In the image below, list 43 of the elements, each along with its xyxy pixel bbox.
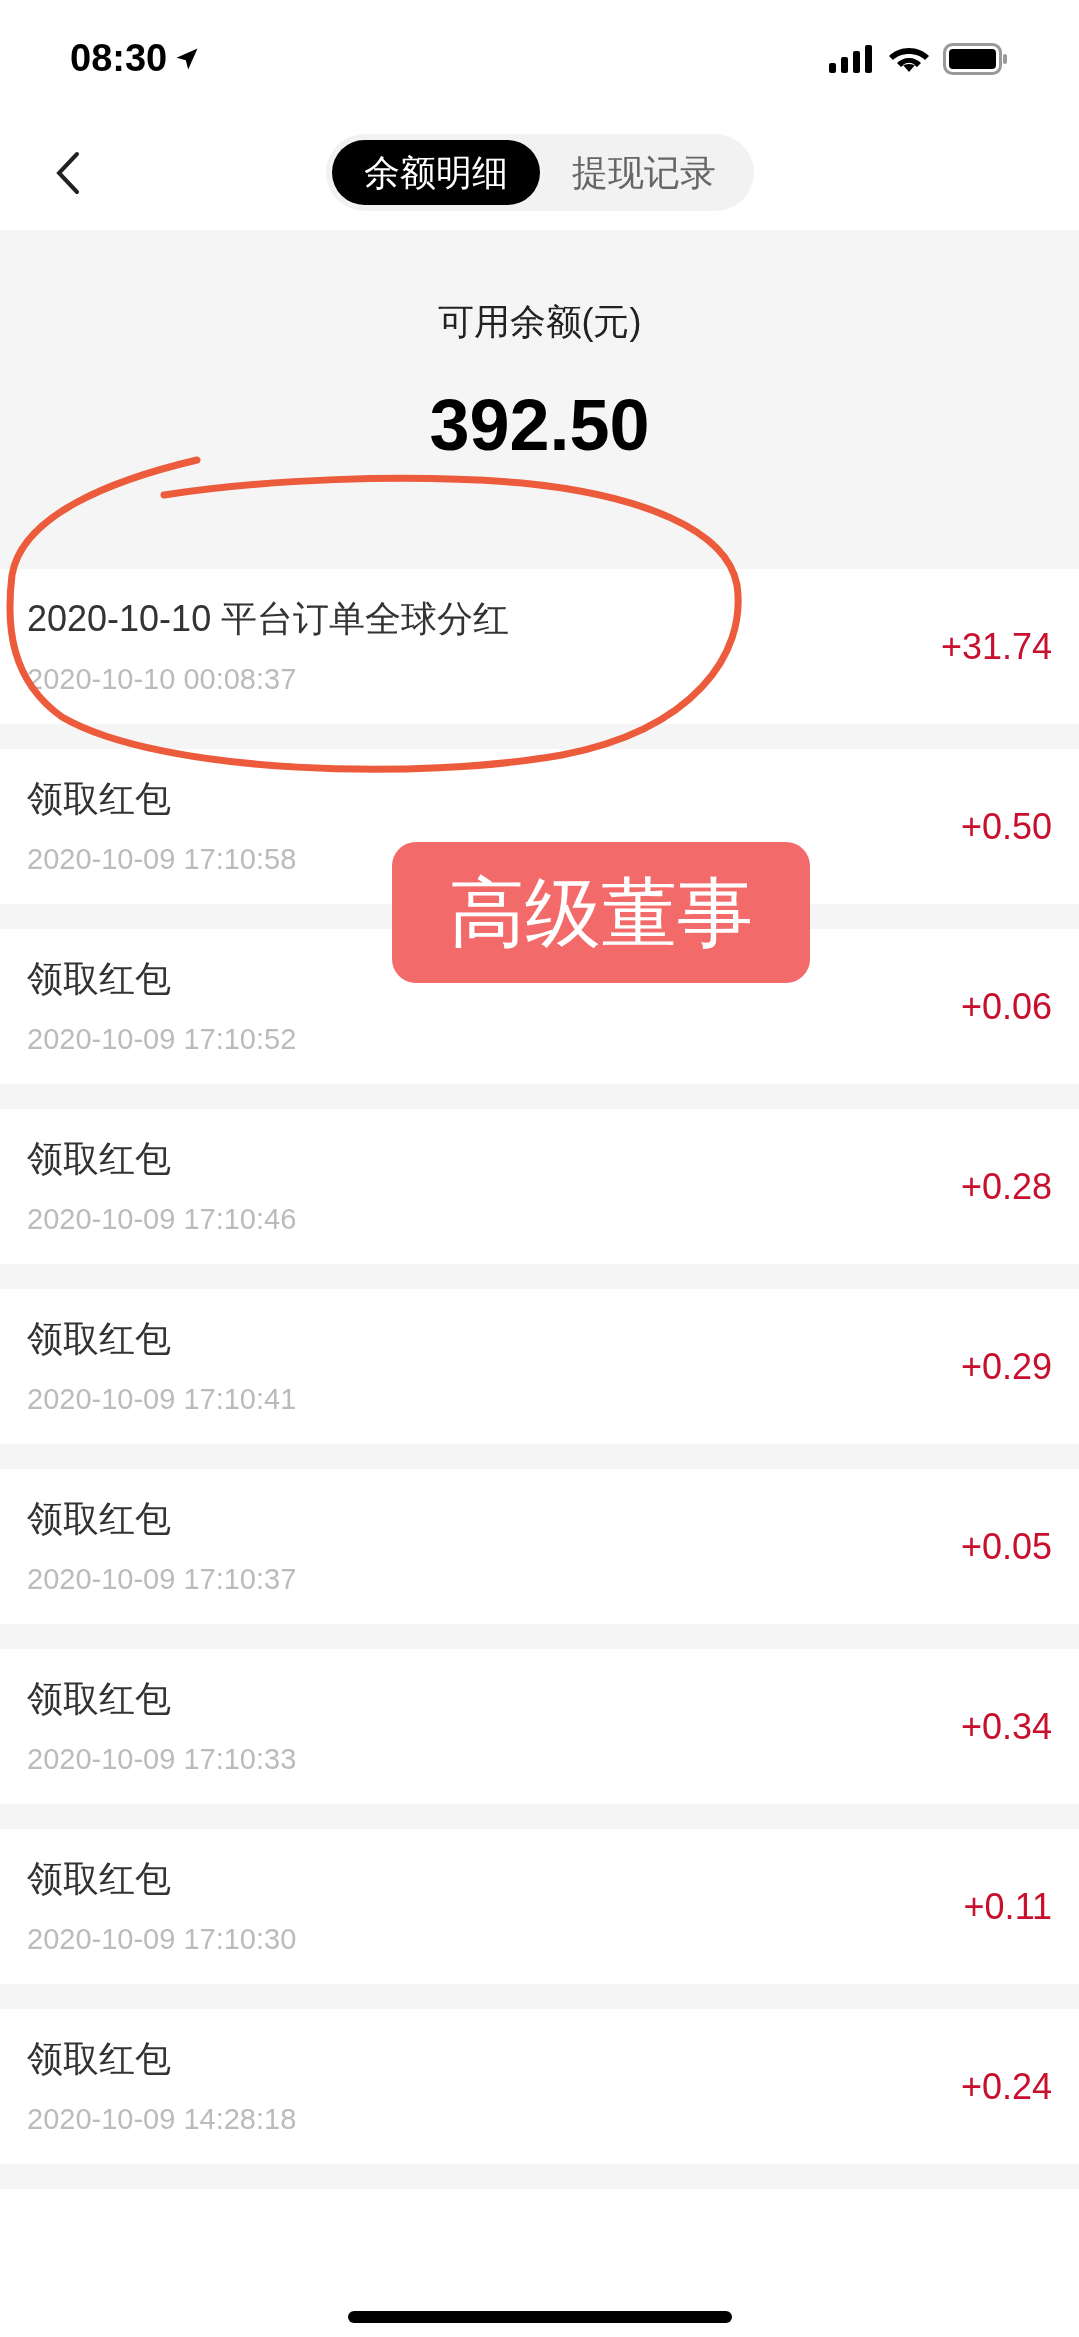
- transaction-time: 2020-10-09 17:10:58: [27, 841, 297, 877]
- transaction-row[interactable]: 领取红包 2020-10-09 17:10:37 +0.05: [0, 1469, 1079, 1624]
- status-time: 08:30: [70, 36, 168, 81]
- transaction-time: 2020-10-09 17:10:30: [27, 1921, 297, 1957]
- battery-icon: [943, 42, 1009, 75]
- balance-label: 可用余额(元): [437, 300, 642, 344]
- transaction-time: 2020-10-09 14:28:18: [27, 2101, 297, 2137]
- tab[interactable]: 提现记录: [539, 140, 748, 205]
- transaction-amount: +0.24: [960, 2064, 1052, 2109]
- tab[interactable]: 余额明细: [331, 140, 540, 205]
- transaction-row[interactable]: 领取红包 2020-10-09 17:10:30 +0.11: [0, 1829, 1079, 1984]
- transaction-time: 2020-10-09 17:10:33: [27, 1741, 297, 1777]
- transaction-title: 领取红包: [27, 1856, 172, 1901]
- transaction-amount: +0.29: [960, 1344, 1052, 1389]
- transaction-row[interactable]: 2020-10-10 平台订单全球分红 2020-10-10 00:08:37 +31.74: [0, 569, 1079, 724]
- transaction-amount: +0.28: [960, 1164, 1052, 1209]
- signal-icon: [829, 44, 875, 73]
- transaction-title: 领取红包: [27, 1316, 172, 1361]
- transaction-time: 2020-10-09 17:10:46: [27, 1201, 297, 1237]
- balance-amount: 392.50: [429, 384, 650, 467]
- transaction-row[interactable]: 领取红包 2020-10-09 17:10:33 +0.34: [0, 1649, 1079, 1804]
- transaction-amount: +31.74: [940, 624, 1052, 669]
- transaction-title: 领取红包: [27, 1676, 172, 1721]
- transaction-amount: +0.11: [963, 1884, 1052, 1929]
- transaction-title: 领取红包: [27, 1496, 172, 1541]
- transaction-time: 2020-10-09 17:10:37: [27, 1561, 297, 1597]
- transaction-title: 领取红包: [27, 776, 172, 821]
- transaction-row[interactable]: 领取红包 2020-10-09 14:28:18 +0.24: [0, 2009, 1079, 2164]
- transaction-amount: +0.05: [960, 1524, 1052, 1569]
- transaction-row[interactable]: 领取红包 2020-10-09 17:10:41 +0.29: [0, 1289, 1079, 1444]
- transaction-amount: +0.50: [960, 804, 1052, 849]
- transaction-title: 领取红包: [27, 956, 172, 1001]
- transaction-amount: +0.06: [960, 984, 1052, 1029]
- back-chevron-icon: [55, 151, 81, 195]
- transaction-title: 领取红包: [27, 1136, 172, 1181]
- transaction-amount: +0.34: [960, 1704, 1052, 1749]
- annotation-tooltip: 高级董事: [392, 842, 810, 983]
- transaction-time: 2020-10-10 00:08:37: [27, 661, 298, 697]
- transaction-row[interactable]: 领取红包 2020-10-09 17:10:46 +0.28: [0, 1109, 1079, 1264]
- transaction-time: 2020-10-09 17:10:41: [27, 1381, 297, 1417]
- transaction-title: 2020-10-10 平台订单全球分红: [27, 596, 510, 641]
- transaction-title: 领取红包: [27, 2036, 172, 2081]
- transaction-time: 2020-10-09 17:10:52: [27, 1021, 297, 1057]
